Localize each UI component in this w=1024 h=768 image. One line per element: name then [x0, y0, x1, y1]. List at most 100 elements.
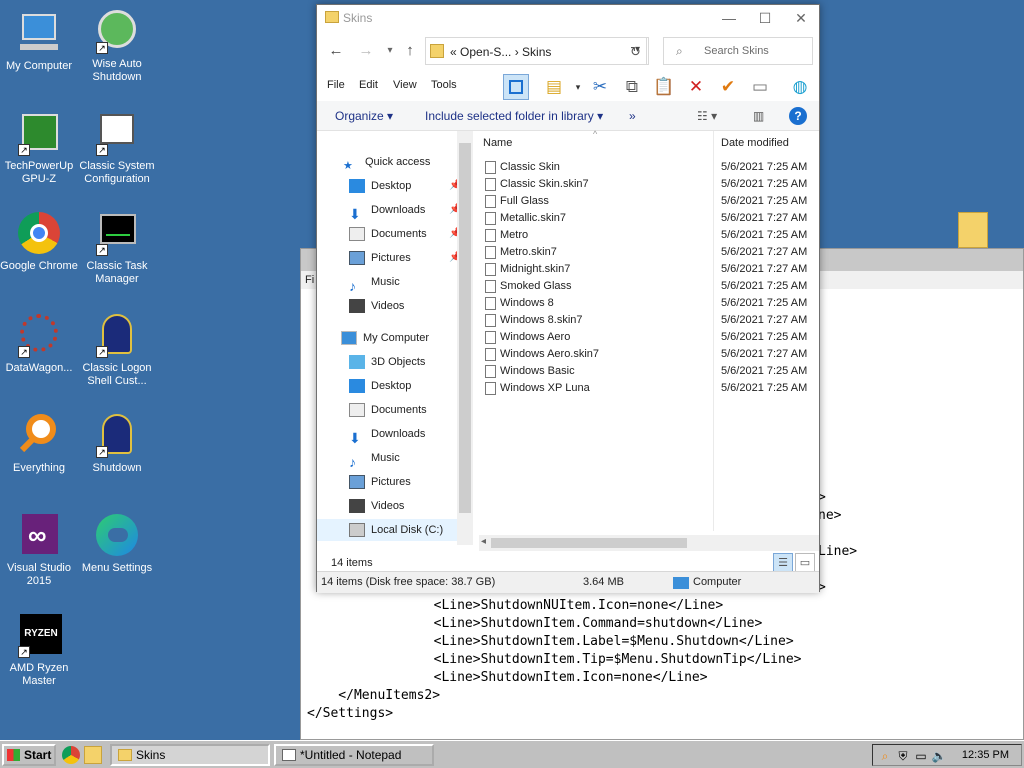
- preview-pane-icon[interactable]: ▥: [753, 109, 764, 123]
- file-row[interactable]: Full Glass 5/6/2021 7:25 AM: [485, 193, 815, 210]
- preview-pane-icon[interactable]: [503, 74, 529, 100]
- file-row[interactable]: Windows 8 5/6/2021 7:25 AM: [485, 295, 815, 312]
- rename-icon[interactable]: ▭: [747, 74, 773, 100]
- horizontal-scrollbar[interactable]: ◂: [479, 535, 819, 551]
- recent-locations-button[interactable]: ▾: [379, 41, 401, 61]
- nav-downloads-2[interactable]: ⬇ Downloads: [349, 423, 425, 446]
- details-view-button[interactable]: ☰: [773, 553, 793, 573]
- column-header-name[interactable]: Name: [483, 137, 512, 149]
- desktop-icon-label: Wise Auto Shutdown: [92, 58, 142, 83]
- desktop-icon-datawagon[interactable]: ↗ DataWagon...: [0, 312, 78, 375]
- file-row[interactable]: Windows 8.skin7 5/6/2021 7:27 AM: [485, 312, 815, 329]
- breadcrumb[interactable]: « Open-S... › Skins: [450, 45, 551, 59]
- desktop-icon-everything[interactable]: Everything: [0, 412, 78, 475]
- desktop-icon-chrome[interactable]: Google Chrome: [0, 210, 78, 273]
- nav-videos[interactable]: Videos: [349, 295, 404, 317]
- delete-icon[interactable]: ✕: [683, 74, 709, 100]
- scroll-left-icon[interactable]: ◂: [481, 536, 486, 547]
- shield-icon[interactable]: ⛨: [895, 748, 911, 764]
- nav-videos-2[interactable]: Videos: [349, 495, 404, 517]
- nav-local-disk[interactable]: Local Disk (C:): [317, 519, 457, 541]
- network-icon[interactable]: ▭: [913, 748, 929, 764]
- nav-my-computer[interactable]: My Computer: [341, 327, 429, 349]
- desktop-icon-label: Classic Task Manager: [86, 260, 148, 285]
- back-button[interactable]: ←: [325, 41, 347, 61]
- everything-tray-icon[interactable]: ⌕: [877, 748, 893, 764]
- nav-desktop-2[interactable]: Desktop: [349, 375, 411, 397]
- forward-button[interactable]: →: [355, 41, 377, 61]
- file-row[interactable]: Classic Skin.skin7 5/6/2021 7:25 AM: [485, 176, 815, 193]
- file-row[interactable]: Metallic.skin7 5/6/2021 7:27 AM: [485, 210, 815, 227]
- clock[interactable]: 12:35 PM: [962, 749, 1009, 761]
- close-button[interactable]: ✕: [783, 7, 819, 29]
- menu-edit[interactable]: Edit: [359, 79, 378, 91]
- file-row[interactable]: Smoked Glass 5/6/2021 7:25 AM: [485, 278, 815, 295]
- nav-scrollbar[interactable]: [457, 131, 473, 545]
- desktop-icon-wise-auto-shutdown[interactable]: ↗ Wise Auto Shutdown: [78, 8, 156, 84]
- nav-desktop[interactable]: Desktop 📌: [349, 175, 461, 197]
- start-button[interactable]: Start: [2, 744, 56, 766]
- paste-icon[interactable]: 📋: [651, 74, 677, 100]
- chrome-quicklaunch-icon[interactable]: [62, 746, 80, 764]
- task-button-skins[interactable]: Skins: [110, 744, 270, 766]
- organize-button[interactable]: Organize ▾: [335, 109, 393, 123]
- column-header-date[interactable]: Date modified: [721, 137, 789, 149]
- desktop-icon-my-computer[interactable]: My Computer: [0, 10, 78, 73]
- navigation-pane[interactable]: ★ Quick access Desktop 📌 ⬇ Downloads 📌 Docum…: [317, 131, 473, 545]
- include-in-library-button[interactable]: Include selected folder in library ▾: [425, 109, 603, 123]
- nav-documents-2[interactable]: Documents: [349, 399, 427, 421]
- up-button[interactable]: ↑: [399, 41, 421, 61]
- menu-tools[interactable]: Tools: [431, 79, 457, 91]
- desktop-icon-shutdown[interactable]: ↗ Shutdown: [78, 412, 156, 475]
- minimize-button[interactable]: —: [711, 7, 747, 29]
- desktop-icon-classic-logon-shell[interactable]: ↗ Classic Logon Shell Cust...: [78, 312, 156, 388]
- file-row[interactable]: Midnight.skin7 5/6/2021 7:27 AM: [485, 261, 815, 278]
- desktop-icon-classic-task-manager[interactable]: ↗ Classic Task Manager: [78, 210, 156, 286]
- file-row[interactable]: Metro.skin7 5/6/2021 7:27 AM: [485, 244, 815, 261]
- file-row[interactable]: Windows Basic 5/6/2021 7:25 AM: [485, 363, 815, 380]
- search-input[interactable]: ⌕ Search Skins: [663, 37, 813, 65]
- desktop-icon-ryzen-master[interactable]: RYZEN ↗ AMD Ryzen Master: [0, 612, 78, 688]
- nav-pictures-2[interactable]: Pictures: [349, 471, 411, 493]
- explorer-quicklaunch-icon[interactable]: [84, 746, 102, 764]
- nav-3d-objects[interactable]: 3D Objects: [349, 351, 425, 373]
- nav-quick-access[interactable]: ★ Quick access: [343, 151, 430, 173]
- folder-options-icon[interactable]: ▤: [541, 74, 567, 100]
- explorer-window[interactable]: Skins — ☐ ✕ ← → ▾ ↑ « Open-S... › Skins …: [316, 4, 820, 593]
- nav-pictures[interactable]: Pictures 📌: [349, 247, 461, 269]
- desktop-icon-visual-studio[interactable]: ∞ Visual Studio 2015: [0, 512, 78, 588]
- nav-music-2[interactable]: ♪ Music: [349, 447, 400, 470]
- address-bar[interactable]: « Open-S... › Skins ▾: [425, 37, 647, 65]
- help-icon[interactable]: ?: [789, 107, 807, 125]
- scrollbar-thumb[interactable]: [459, 143, 471, 513]
- desktop-icon-gpu-z[interactable]: ↗ TechPowerUp GPU-Z: [0, 110, 78, 186]
- nav-downloads[interactable]: ⬇ Downloads 📌: [349, 199, 461, 222]
- explorer-titlebar[interactable]: Skins — ☐ ✕: [317, 5, 819, 31]
- file-row[interactable]: Windows Aero.skin7 5/6/2021 7:27 AM: [485, 346, 815, 363]
- nav-music[interactable]: ♪ Music: [349, 271, 400, 294]
- copy-icon[interactable]: ⧉: [619, 74, 645, 100]
- cut-icon[interactable]: ✂: [587, 74, 613, 100]
- file-row[interactable]: Metro 5/6/2021 7:25 AM: [485, 227, 815, 244]
- file-name: Windows XP Luna: [500, 382, 590, 394]
- large-icons-view-button[interactable]: ▭: [795, 553, 815, 573]
- file-row[interactable]: Windows XP Luna 5/6/2021 7:25 AM: [485, 380, 815, 397]
- file-list[interactable]: Name Date modified ^ Classic Skin 5/6/202…: [479, 129, 819, 545]
- more-commands-button[interactable]: »: [629, 109, 636, 123]
- desktop-icon-menu-settings[interactable]: Menu Settings: [78, 512, 156, 575]
- scrollbar-thumb[interactable]: [491, 538, 687, 548]
- nav-documents[interactable]: Documents 📌: [349, 223, 461, 245]
- menu-file[interactable]: File: [327, 79, 345, 91]
- file-row[interactable]: Classic Skin 5/6/2021 7:25 AM: [485, 159, 815, 176]
- desktop-icon-classic-system-config[interactable]: ↗ Classic System Configuration: [78, 110, 156, 186]
- task-button-notepad[interactable]: *Untitled - Notepad: [274, 744, 434, 766]
- notepad-line: <Line>ShutdownItem.Label=$Menu.Shutdown<…: [371, 634, 794, 649]
- globe-icon[interactable]: ◍: [787, 74, 813, 100]
- checkmark-icon[interactable]: ✔: [715, 74, 741, 100]
- menu-view[interactable]: View: [393, 79, 417, 91]
- change-view-icon[interactable]: ☷ ▾: [697, 109, 717, 123]
- file-row[interactable]: Windows Aero 5/6/2021 7:25 AM: [485, 329, 815, 346]
- volume-icon[interactable]: 🔈: [931, 748, 947, 764]
- maximize-button[interactable]: ☐: [747, 7, 783, 29]
- refresh-button[interactable]: ↻: [623, 37, 649, 65]
